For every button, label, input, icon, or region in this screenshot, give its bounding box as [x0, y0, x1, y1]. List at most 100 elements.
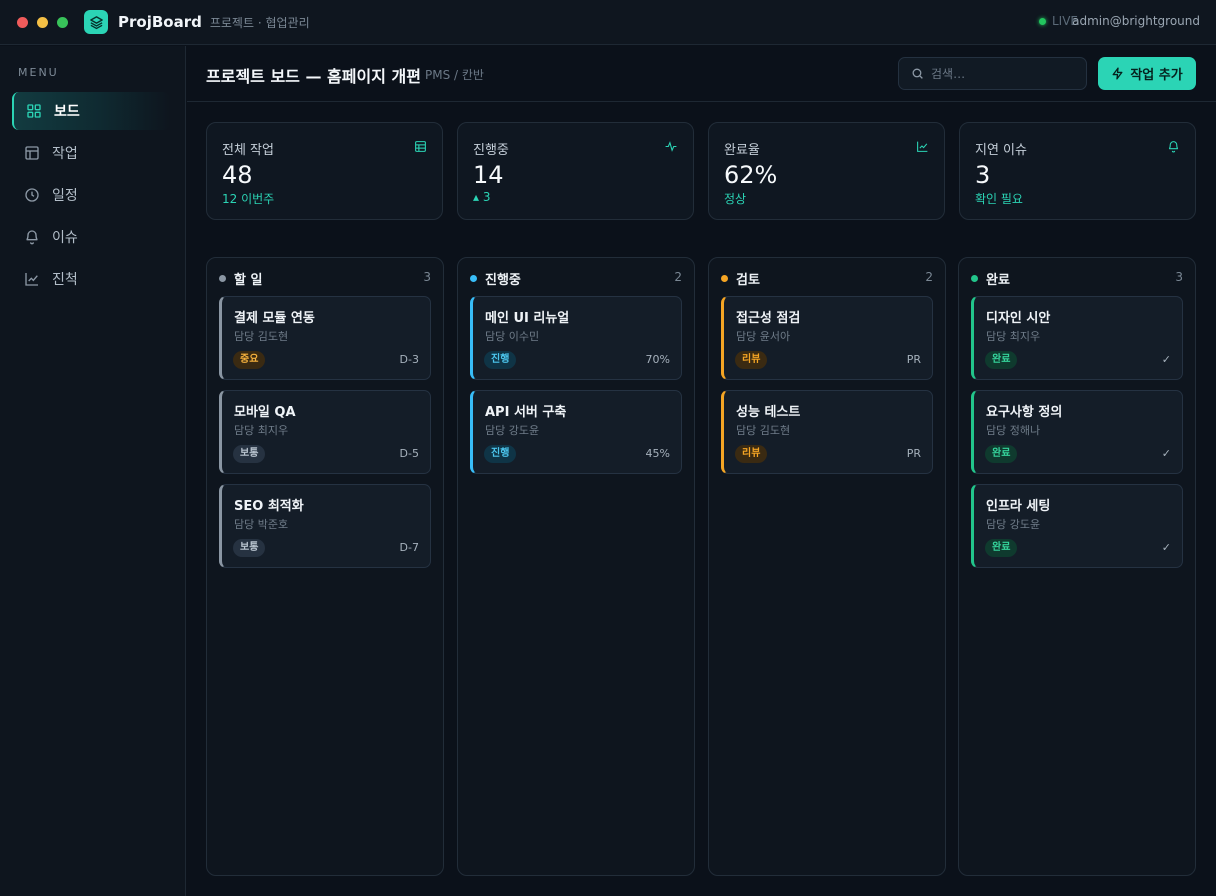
card-owner: 담당 정해나	[986, 424, 1041, 437]
task-card[interactable]: 메인 UI 리뉴얼 담당 이수민 진행 70%	[470, 296, 682, 380]
sidebar-item-label: 작업	[52, 146, 78, 162]
sidebar-item-schedule[interactable]: 일정	[12, 176, 170, 214]
task-card[interactable]: SEO 최적화 담당 박준호 보통 D-7	[219, 484, 431, 568]
menu-heading: MENU	[18, 66, 59, 79]
pulse-icon	[665, 141, 677, 152]
card-meta: PR	[906, 353, 921, 366]
clock-icon	[25, 188, 39, 202]
stat-sub: 12 이번주	[222, 192, 275, 206]
app-name: ProjBoard	[118, 13, 202, 31]
task-card[interactable]: 성능 테스트 담당 김도현 리뷰 PR	[721, 390, 933, 474]
stat-card-completion: 완료율 62% 정상	[708, 122, 945, 220]
card-title: 접근성 점검	[736, 311, 801, 326]
sidebar: MENU 보드 작업 일정 이슈 진척	[0, 46, 186, 896]
status-badge: 완료	[985, 539, 1018, 557]
card-title: 결제 모듈 연동	[234, 311, 315, 326]
column-title: 진행중	[485, 273, 521, 288]
sidebar-item-label: 일정	[52, 188, 78, 204]
column-header: 완료	[971, 269, 1010, 288]
search-icon	[912, 68, 923, 79]
card-title: 인프라 세팅	[986, 499, 1051, 514]
kanban-column-in-progress: 진행중 2 메인 UI 리뉴얼 담당 이수민 진행 70% API 서버 구축 담당 강도윤 진…	[457, 257, 695, 876]
user-account[interactable]: admin@brightground	[1072, 14, 1200, 28]
window-controls	[17, 16, 68, 28]
status-dot-icon	[971, 275, 978, 282]
breadcrumb: PMS / 칸반	[425, 68, 484, 82]
column-title: 검토	[736, 273, 760, 288]
status-badge: 리뷰	[735, 351, 768, 369]
sidebar-item-board[interactable]: 보드	[12, 92, 170, 130]
task-card[interactable]: 인프라 세팅담당 강도윤완료 ✓	[971, 484, 1183, 568]
stat-sub: ▴ 3	[473, 190, 491, 204]
minimize-window-button[interactable]	[37, 16, 48, 28]
sidebar-item-progress[interactable]: 진척	[12, 260, 170, 298]
app-subtitle: 프로젝트 · 협업관리	[209, 15, 310, 30]
stat-card-delayed: 지연 이슈 3 확인 필요	[959, 122, 1196, 220]
card-owner: 담당 강도윤	[986, 518, 1041, 531]
column-header: 진행중	[470, 269, 521, 288]
sidebar-item-tasks[interactable]: 작업	[12, 134, 170, 172]
card-meta: PR	[906, 447, 921, 460]
stat-sub: 정상	[724, 192, 747, 206]
stat-value: 62%	[724, 161, 778, 189]
card-title: API 서버 구축	[485, 405, 567, 420]
sidebar-item-label: 보드	[54, 104, 80, 120]
task-card[interactable]: API 서버 구축담당 강도윤진행 45%	[470, 390, 682, 474]
kanban-column-review: 검토 2 접근성 점검 담당 윤서아 리뷰 PR 성능 테스트 담당 김도현 리뷰 PR	[708, 257, 946, 876]
add-task-button[interactable]: 작업 추가	[1098, 57, 1196, 90]
column-count: 2	[925, 270, 933, 284]
card-meta: D-5	[399, 447, 419, 460]
task-card[interactable]: 모바일 QA 담당 최지우 보통 D-5	[219, 390, 431, 474]
status-badge: 진행	[484, 351, 517, 369]
live-dot-icon	[1038, 17, 1046, 25]
search-input[interactable]	[931, 66, 1071, 81]
column-header: 할 일	[219, 269, 262, 288]
task-card[interactable]: 접근성 점검 담당 윤서아 리뷰 PR	[721, 296, 933, 380]
add-task-label: 작업 추가	[1130, 68, 1183, 83]
title-bar: ProjBoard 프로젝트 · 협업관리 LIVE admin@brightg…	[0, 0, 1216, 45]
stat-value: 14	[473, 161, 504, 189]
card-meta: ✓	[1161, 447, 1171, 460]
column-count: 3	[1175, 270, 1183, 284]
card-owner: 담당 최지우	[234, 424, 289, 437]
sidebar-item-issues[interactable]: 이슈	[12, 218, 170, 256]
task-card[interactable]: 요구사항 정의 담당 정해나 완료 ✓	[971, 390, 1183, 474]
column-count: 2	[674, 270, 682, 284]
status-dot-icon	[470, 275, 477, 282]
card-owner: 담당 박준호	[234, 518, 289, 531]
stat-card-in-progress: 진행중 14 ▴ 3	[457, 122, 694, 220]
card-title: 모바일 QA	[234, 405, 296, 420]
chart-icon	[917, 141, 928, 152]
task-card[interactable]: 디자인 시안 담당 최지우 완료 ✓	[971, 296, 1183, 380]
kanban-column-done: 완료 3 디자인 시안 담당 최지우 완료 ✓ 요구사항 정의 담당 정해나 완료 ✓ 인프라 세팅…	[958, 257, 1196, 876]
table-icon	[25, 146, 39, 160]
card-meta: 45%	[645, 447, 670, 460]
status-badge: 보통	[233, 539, 266, 557]
status-badge: 진행	[484, 445, 517, 463]
stat-label: 전체 작업	[222, 143, 274, 158]
page-header: 프로젝트 보드 — 홈페이지 개편 PMS / 칸반 작업 추가	[187, 46, 1216, 102]
column-count: 3	[423, 270, 431, 284]
status-badge: 리뷰	[735, 445, 768, 463]
status-dot-icon	[721, 275, 728, 282]
task-card[interactable]: 결제 모듈 연동 담당 김도현 중요 D-3	[219, 296, 431, 380]
page-title: 프로젝트 보드 — 홈페이지 개편	[206, 67, 421, 86]
close-window-button[interactable]	[17, 16, 28, 28]
stat-label: 지연 이슈	[975, 143, 1027, 158]
stat-card-total: 전체 작업 48 12 이번주	[206, 122, 443, 220]
stat-label: 진행중	[473, 143, 509, 158]
card-meta: D-3	[399, 353, 419, 366]
search-box[interactable]	[898, 57, 1087, 90]
bell-icon	[26, 230, 38, 245]
column-title: 할 일	[234, 273, 263, 288]
card-meta: ✓	[1161, 353, 1171, 366]
status-badge: 완료	[985, 445, 1018, 463]
layers-icon	[84, 10, 108, 34]
kanban-column-todo: 할 일 3 결제 모듈 연동 담당 김도현 중요 D-3 모바일 QA 담당 최지우보통 D-5…	[206, 257, 444, 876]
chart-icon	[25, 273, 38, 286]
bell-icon	[1168, 141, 1179, 153]
card-owner: 담당 강도윤	[485, 424, 540, 437]
card-meta: ✓	[1161, 541, 1171, 554]
maximize-window-button[interactable]	[57, 16, 68, 28]
card-owner: 담당 김도현	[736, 424, 791, 437]
